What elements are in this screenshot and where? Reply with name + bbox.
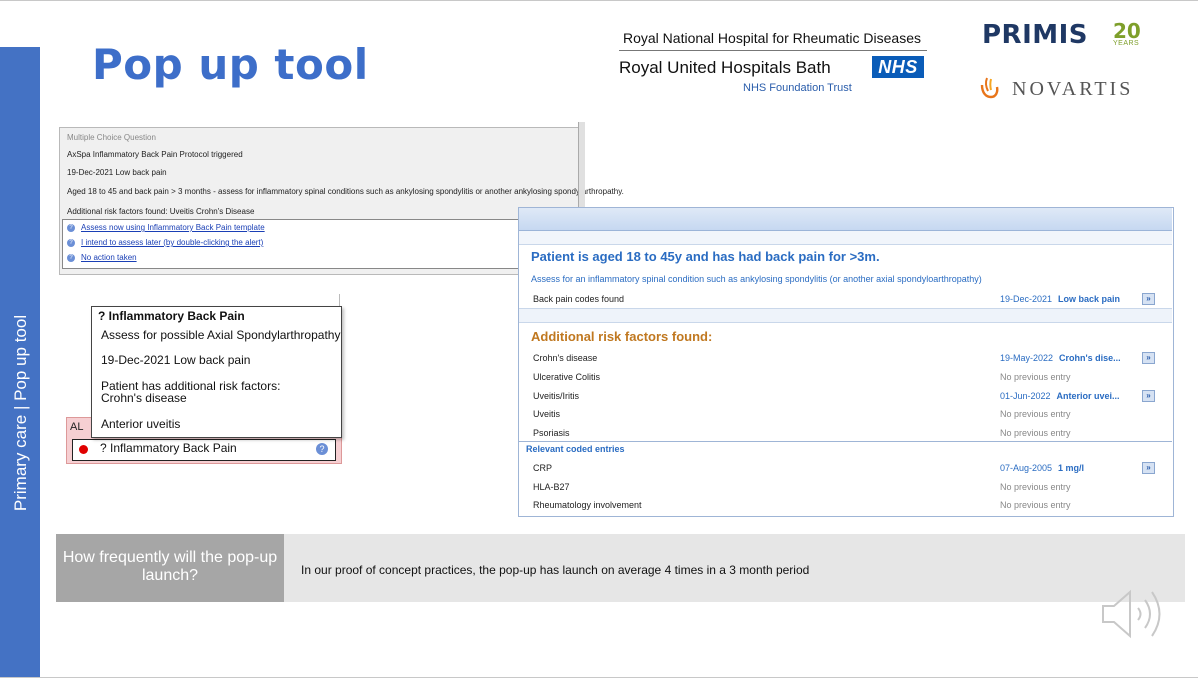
risk-row-value: 19-May-2022 Crohn's dise... xyxy=(1000,353,1121,363)
option-assess-now[interactable]: ? Assess now using Inflammatory Back Pain… xyxy=(67,223,265,232)
option-label: I intend to assess later (by double-clic… xyxy=(81,238,264,247)
dialog-line-risk: Additional risk factors found: Uveitis C… xyxy=(67,207,255,216)
row-entry: 1 mg/l xyxy=(1058,463,1085,473)
nhs-logo: NHS xyxy=(872,56,924,78)
page-title: Pop up tool xyxy=(92,40,369,89)
panel-header xyxy=(519,208,1172,231)
nhs-trust-text: NHS Foundation Trust xyxy=(743,82,852,94)
expand-arrow-icon[interactable]: » xyxy=(1142,352,1155,364)
coded-row-label: HLA-B27 xyxy=(533,482,570,492)
coded-row-value: 07-Aug-2005 1 mg/l xyxy=(1000,463,1084,473)
risk-row-value: No previous entry xyxy=(1000,428,1071,438)
row-date: 19-May-2022 xyxy=(1000,353,1054,363)
expand-arrow-icon[interactable]: » xyxy=(1142,293,1155,305)
help-icon: ? xyxy=(67,223,75,232)
row-value: 19-Dec-2021 Low back pain xyxy=(1000,294,1120,304)
help-icon: ? xyxy=(67,238,75,247)
row-date: 07-Aug-2005 xyxy=(1000,463,1053,473)
coded-entries-heading: Relevant coded entries xyxy=(526,444,625,454)
panel-heading: Patient is aged 18 to 45y and has had ba… xyxy=(531,249,880,264)
logo-divider xyxy=(619,50,927,51)
primis-logo: PRIMIS xyxy=(982,20,1089,50)
section-separator xyxy=(519,308,1172,323)
alert-strip-label: AL xyxy=(70,421,84,433)
bottom-border xyxy=(0,677,1198,678)
primis-20-badge: 20 xyxy=(1113,19,1141,43)
risk-row-label: Crohn's disease xyxy=(533,353,598,363)
option-no-action[interactable]: ? No action taken xyxy=(67,253,137,262)
row-entry: Crohn's dise... xyxy=(1059,353,1121,363)
option-label: No action taken xyxy=(81,253,137,262)
primis-years-text: YEARS xyxy=(1113,40,1140,47)
row-label: Back pain codes found xyxy=(533,294,625,304)
risk-row-value: No previous entry xyxy=(1000,409,1071,419)
tooltip-title: ? Inflammatory Back Pain xyxy=(98,309,245,323)
expand-arrow-icon[interactable]: » xyxy=(1142,462,1155,474)
tooltip-line: 19-Dec-2021 Low back pain xyxy=(101,353,251,367)
tooltip-line: Anterior uveitis xyxy=(101,417,181,431)
option-label: Assess now using Inflammatory Back Pain … xyxy=(81,223,265,232)
dialog-line-criteria: Aged 18 to 45 and back pain > 3 months -… xyxy=(67,187,624,196)
coded-row-value: No previous entry xyxy=(1000,500,1071,510)
answer-text: In our proof of concept practices, the p… xyxy=(301,563,810,577)
risk-row-label: Uveitis xyxy=(533,409,561,419)
row-entry: Anterior uvei... xyxy=(1056,391,1120,401)
risk-row-label: Ulcerative Colitis xyxy=(533,372,601,382)
expand-arrow-icon[interactable]: » xyxy=(1142,390,1155,402)
dialog-line-date: 19-Dec-2021 Low back pain xyxy=(67,168,167,177)
top-border xyxy=(0,0,1198,1)
panel-band xyxy=(519,231,1172,245)
row-entry: Low back pain xyxy=(1058,294,1121,304)
tooltip-line: Assess for possible Axial Spondylarthrop… xyxy=(101,328,341,342)
novartis-logo: NOVARTIS xyxy=(1012,78,1134,100)
risk-factors-heading: Additional risk factors found: xyxy=(531,329,713,344)
coded-row-label: Rheumatology involvement xyxy=(533,500,642,510)
dialog-options-list: ? Assess now using Inflammatory Back Pain… xyxy=(62,219,582,269)
help-icon[interactable]: ? xyxy=(316,443,328,455)
risk-row-value: 01-Jun-2022 Anterior uvei... xyxy=(1000,391,1120,401)
sidebar-label: Primary care | Pop up tool xyxy=(11,314,30,512)
speaker-icon[interactable] xyxy=(1100,586,1170,642)
risk-row-value: No previous entry xyxy=(1000,372,1071,382)
coded-row-label: CRP xyxy=(533,463,553,473)
ruh-logo-text: Royal United Hospitals Bath xyxy=(619,58,831,77)
help-icon: ? xyxy=(67,253,75,262)
coded-row-value: No previous entry xyxy=(1000,482,1071,492)
tooltip-line: Crohn's disease xyxy=(101,391,187,405)
row-date: 19-Dec-2021 xyxy=(1000,294,1053,304)
risk-row-label: Uveitis/Iritis xyxy=(533,391,580,401)
alert-tooltip: ? Inflammatory Back Pain Assess for poss… xyxy=(91,306,342,438)
risk-row-label: Psoriasis xyxy=(533,428,570,438)
panel-subheading: Assess for an inflammatory spinal condit… xyxy=(531,274,982,284)
option-assess-later[interactable]: ? I intend to assess later (by double-cli… xyxy=(67,238,263,247)
rnhrd-logo-text: Royal National Hospital for Rheumatic Di… xyxy=(622,30,922,46)
row-date: 01-Jun-2022 xyxy=(1000,391,1051,401)
dialog-title: Multiple Choice Question xyxy=(67,133,156,142)
novartis-flame-icon xyxy=(980,77,999,99)
dialog-line-protocol: AxSpa Inflammatory Back Pain Protocol tr… xyxy=(67,150,243,159)
alert-dot-icon xyxy=(79,445,88,454)
alert-label[interactable]: ? Inflammatory Back Pain xyxy=(100,441,237,455)
question-text: How frequently will the pop-up launch? xyxy=(62,549,278,584)
